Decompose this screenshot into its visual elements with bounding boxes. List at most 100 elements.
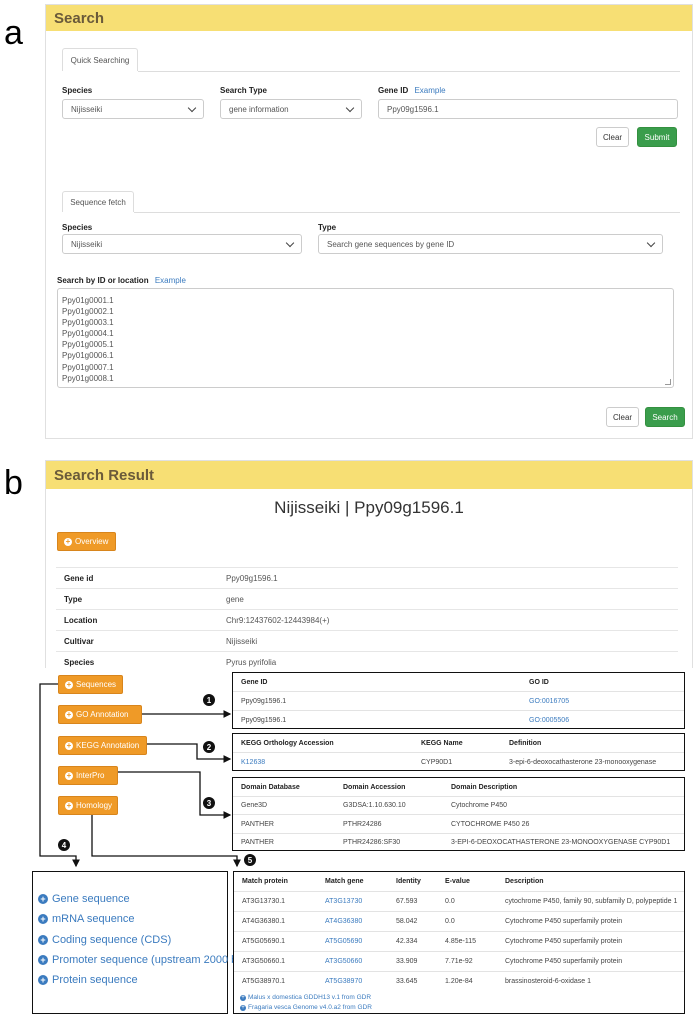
arrow-interpro <box>118 771 232 819</box>
cell-gene-id: Ppy09g1596.1 <box>241 716 287 724</box>
cell-domain-acc: PTHR24286 <box>343 820 382 828</box>
table-row: AT5G05690.1 AT5G05690 42.334 4.85e-115 C… <box>234 931 684 951</box>
cell-domain-db: Gene3D <box>241 802 268 809</box>
list-item-label: Protein sequence <box>52 974 138 986</box>
cell-match-gene-link[interactable]: AT5G38970 <box>325 978 362 985</box>
col-header: E-value <box>445 878 470 885</box>
cell-domain-acc: G3DSA:1.10.630.10 <box>343 802 406 809</box>
cell-evalue: 4.85e-115 <box>445 938 477 945</box>
table-row: Gene3D G3DSA:1.10.630.10 Cytochrome P450 <box>233 796 684 814</box>
table-row: K12638 CYP90D1 3-epi-6-deoxocathasterone… <box>233 752 684 771</box>
cell-match-gene-link[interactable]: AT5G05690 <box>325 938 362 945</box>
col-header: Identity <box>396 878 421 885</box>
cell-go-id-link[interactable]: GO:0005506 <box>529 717 569 724</box>
col-header: Domain Description <box>451 783 518 791</box>
callout-badge-2: 2 <box>203 741 215 753</box>
table-row: AT3G50660.1 AT3G50660 33.909 7.71e-92 Cy… <box>234 951 684 971</box>
cell-evalue: 0.0 <box>445 918 455 925</box>
cell-identity: 33.645 <box>396 978 418 985</box>
col-header: Match gene <box>325 878 364 885</box>
table-row: AT3G13730.1 AT3G13730 67.593 0.0 cytochr… <box>234 891 684 911</box>
arrow-sequences <box>39 683 80 868</box>
go-table: Gene ID GO ID Ppy09g1596.1 GO:0016705 Pp… <box>232 672 685 729</box>
cell-match-protein: AT3G13730.1 <box>242 898 286 905</box>
cell-gene-id: Ppy09g1596.1 <box>241 697 287 705</box>
cell-match-protein: AT4G36380.1 <box>242 918 286 925</box>
cell-identity: 42.334 <box>396 938 418 945</box>
cell-definition: 3-epi-6-deoxocathasterone 23-monooxygena… <box>509 758 657 766</box>
list-item-label: mRNA sequence <box>52 913 135 925</box>
cell-match-gene-link[interactable]: AT4G36380 <box>325 918 362 925</box>
foot-link-label: Fragaria vesca Genome v4.0.a2 from GDR <box>248 1004 372 1011</box>
callout-badge-3: 3 <box>203 797 215 809</box>
plus-circle-icon: + <box>38 914 48 924</box>
plus-circle-icon: + <box>240 994 246 1001</box>
kegg-table: KEGG Orthology Accession KEGG Name Defin… <box>232 733 685 771</box>
col-header: Description <box>505 878 544 885</box>
cell-domain-acc: PTHR24286:SF30 <box>343 839 401 846</box>
cell-description: brassinosteroid-6-oxidase 1 <box>505 978 591 985</box>
cell-description: cytochrome P450, family 90, subfamily D,… <box>505 898 678 905</box>
col-header: Domain Accession <box>343 783 406 791</box>
table-row: PANTHER PTHR24286 CYTOCHROME P450 26 <box>233 814 684 833</box>
cell-evalue: 1.20e-84 <box>445 978 473 985</box>
homology-table: Match protein Match gene Identity E-valu… <box>233 871 685 1014</box>
malus-genome-link[interactable]: + Malus x domestica GDDH13 v.1 from GDR <box>240 994 371 1001</box>
col-header: Gene ID <box>241 678 268 686</box>
list-item-label: Promoter sequence (upstream 2000 bp) <box>52 954 248 966</box>
table-header: Gene ID GO ID <box>233 673 684 691</box>
table-row: AT4G36380.1 AT4G36380 58.042 0.0 Cytochr… <box>234 911 684 931</box>
plus-circle-icon: + <box>38 975 48 985</box>
table-row: PANTHER PTHR24286:SF30 3-EPI-6-DEOXOCATH… <box>233 833 684 851</box>
table-row: AT5G38970.1 AT5G38970 33.645 1.20e-84 br… <box>234 971 684 991</box>
col-header: Match protein <box>242 878 288 885</box>
cell-ko-link[interactable]: K12638 <box>241 759 265 766</box>
fragaria-genome-link[interactable]: + Fragaria vesca Genome v4.0.a2 from GDR <box>240 1004 372 1011</box>
arrow-homology <box>91 815 241 868</box>
table-header: Domain Database Domain Accession Domain … <box>233 778 684 796</box>
table-row: Ppy09g1596.1 GO:0005506 <box>233 710 684 729</box>
cell-go-id-link[interactable]: GO:0016705 <box>529 698 569 705</box>
plus-circle-icon: + <box>38 894 48 904</box>
cell-identity: 33.909 <box>396 958 418 965</box>
table-row: Ppy09g1596.1 GO:0016705 <box>233 691 684 710</box>
callout-badge-4: 4 <box>58 839 70 851</box>
cell-description: Cytochrome P450 superfamily protein <box>505 958 623 965</box>
interpro-table: Domain Database Domain Accession Domain … <box>232 777 685 851</box>
callout-badge-1: 1 <box>203 694 215 706</box>
plus-circle-icon: + <box>240 1004 246 1011</box>
cell-domain-db: PANTHER <box>241 839 274 846</box>
table-header: KEGG Orthology Accession KEGG Name Defin… <box>233 734 684 752</box>
cell-domain-db: PANTHER <box>241 820 274 828</box>
cell-evalue: 0.0 <box>445 898 455 905</box>
list-item-label: Coding sequence (CDS) <box>52 934 172 946</box>
col-header: KEGG Orthology Accession <box>241 739 334 747</box>
cell-match-protein: AT5G38970.1 <box>242 978 286 985</box>
col-header: Domain Database <box>241 783 300 791</box>
list-item-label: Gene sequence <box>52 893 130 905</box>
foot-link-label: Malus x domestica GDDH13 v.1 from GDR <box>248 994 372 1001</box>
cell-match-protein: AT5G05690.1 <box>242 938 286 945</box>
cell-domain-desc: CYTOCHROME P450 26 <box>451 820 530 828</box>
cell-match-gene-link[interactable]: AT3G50660 <box>325 958 362 965</box>
cell-description: Cytochrome P450 superfamily protein <box>505 938 623 945</box>
plus-circle-icon: + <box>38 935 48 945</box>
connector-arrows <box>39 683 241 868</box>
col-header: Definition <box>509 739 542 747</box>
arrow-kegg <box>147 743 232 763</box>
cell-match-gene-link[interactable]: AT3G13730 <box>325 898 362 905</box>
cell-domain-desc: 3-EPI-6-DEOXOCATHASTERONE 23-MONOOXYGENA… <box>451 839 671 846</box>
callout-badge-5: 5 <box>244 854 256 866</box>
cell-match-protein: AT3G50660.1 <box>242 958 286 965</box>
list-item-coding-sequence[interactable]: + Coding sequence (CDS) <box>38 934 171 946</box>
list-item-mrna-sequence[interactable]: + mRNA sequence <box>38 913 135 925</box>
table-header: Match protein Match gene Identity E-valu… <box>234 872 684 891</box>
list-item-protein-sequence[interactable]: + Protein sequence <box>38 974 138 986</box>
cell-identity: 67.593 <box>396 898 418 905</box>
cell-evalue: 7.71e-92 <box>445 958 473 965</box>
list-item-gene-sequence[interactable]: + Gene sequence <box>38 893 130 905</box>
cell-domain-desc: Cytochrome P450 <box>451 802 508 809</box>
list-item-promoter-sequence[interactable]: + Promoter sequence (upstream 2000 bp) <box>38 954 247 966</box>
cell-identity: 58.042 <box>396 918 418 925</box>
col-header: KEGG Name <box>421 739 463 747</box>
